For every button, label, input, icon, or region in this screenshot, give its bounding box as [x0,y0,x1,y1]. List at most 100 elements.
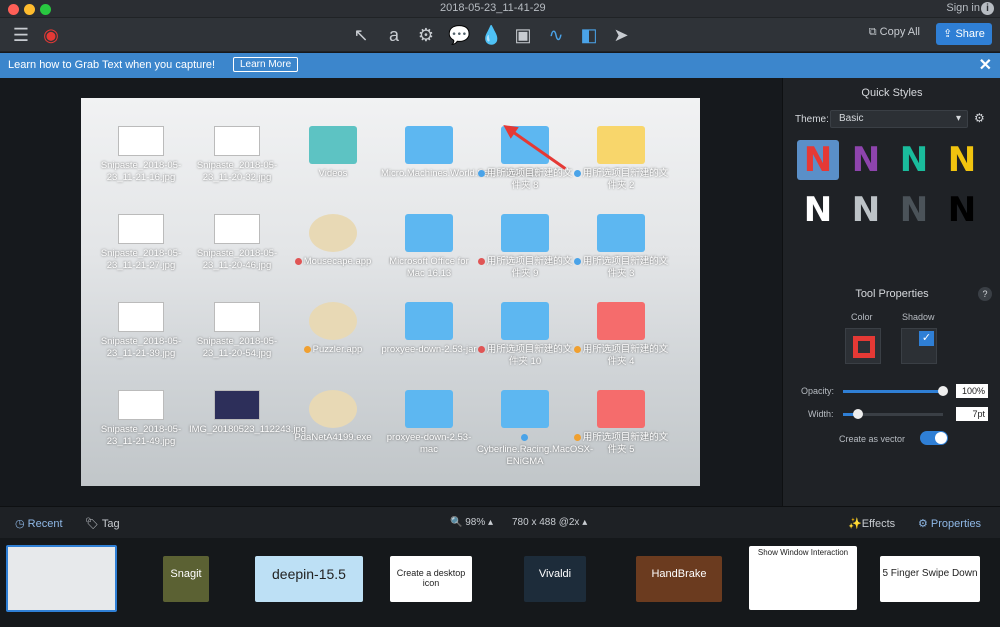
style-swatch[interactable]: N [941,140,983,180]
file-thumbnail-icon [118,390,164,420]
style-swatch[interactable]: N [797,140,839,180]
file-label-text: Snipaste_2018-05-23_11-21-49.jpg [100,424,182,447]
share-button[interactable]: ⇪ Share [936,23,992,45]
file-item: 用所选项目新建的文件夹 4 [573,302,669,368]
style-swatch[interactable]: N [893,140,935,180]
file-item: Mousecape.app [285,214,381,268]
file-item: 用所选项目新建的文件夹 2 [573,126,669,192]
tag-button[interactable]: 🏷 Tag [85,517,120,530]
stamp-tool-icon[interactable]: ⚙ [415,24,437,46]
tray-tile[interactable]: Vivaldi [524,556,586,602]
file-item: Snipaste_2018-05-23_11-20-46.jpg [189,214,285,272]
color-picker[interactable] [845,328,881,364]
finder-tool-icon[interactable]: ◧ [578,24,600,46]
style-swatch[interactable]: N [893,190,935,230]
gear-icon[interactable]: ⚙ [974,111,985,125]
theme-select[interactable]: Basic ▾ [830,110,968,128]
opacity-label: Opacity: [801,386,835,396]
magnifier-icon: 🔍 [450,517,466,528]
help-icon[interactable]: ? [978,287,992,301]
info-icon[interactable]: i [981,2,994,15]
file-item: Puzzler.app [285,302,381,356]
image-size[interactable]: 780 x 488 @2x ▴ [512,517,587,528]
file-label: Snipaste_2018-05-23_11-20-54.jpg [189,336,285,360]
style-swatch[interactable]: N [941,190,983,230]
tray-tile[interactable]: deepin-15.5 [255,556,363,602]
file-label: Cyberline.Racing.MacOSX-ENiGMA [477,432,593,468]
recent-button[interactable]: ◷ Recent [15,517,63,530]
dropdown-icon: ▾ [955,113,961,124]
tray-tile[interactable]: Create a desktop icon [390,556,472,602]
tray-tile[interactable]: HandBrake [636,556,722,602]
effects-button[interactable]: ✨Effects [848,517,895,530]
shadow-label: Shadow [902,312,935,322]
tray-tile[interactable]: Snagit [163,556,209,602]
create-vector-toggle[interactable] [920,431,948,445]
callout-tool-icon[interactable]: 💬 [448,24,470,46]
file-item: IMG_20180523_112243.jpg [189,390,306,436]
canvas-area[interactable]: Snipaste_2018-05-23_11-21-16.jpg Snipaste… [0,78,782,506]
effects-icon: ✨ [848,518,862,530]
checkbox-icon: ✓ [919,331,934,346]
file-label: 用所选项目新建的文件夹 4 [573,344,669,368]
file-label: Snipaste_2018-05-23_11-20-46.jpg [189,248,285,272]
width-slider-knob[interactable] [853,409,863,419]
learn-more-button[interactable]: Learn More [233,57,299,72]
menu-icon[interactable]: ☰ [10,24,32,46]
tag-dot-icon [303,345,311,353]
cursor-tool-icon[interactable]: ➤ [610,24,632,46]
file-label: 用所选项目新建的文件夹 5 [573,432,669,456]
tag-icon: 🏷 [85,518,102,530]
opacity-slider-knob[interactable] [938,386,948,396]
tray-tile[interactable]: 5 Finger Swipe Down [880,556,980,602]
file-item: 用所选项目新建的文件夹 8 [477,126,573,192]
folder-icon [597,214,645,252]
opacity-value[interactable]: 100% [956,384,988,398]
file-label-text: Snipaste_2018-05-23_11-20-54.jpg [196,336,278,359]
bottom-bar: ◷ Recent 🏷 Tag 🔍 98% ▴ 780 x 488 @2x ▴ ✨… [0,506,1000,538]
file-item: 用所选项目新建的文件夹 10 [477,302,573,368]
file-label: PdaNetA4199.exe [285,432,381,444]
text-tool-icon[interactable]: a [383,24,405,46]
fill-tool-icon[interactable]: 💧 [480,24,502,46]
file-label-text: 用所选项目新建的文件夹 9 [486,256,573,279]
tray-tile-current[interactable] [6,545,117,612]
magnify-tool-icon[interactable]: ▣ [512,24,534,46]
copy-all-button[interactable]: ⧉ Copy All [869,26,920,39]
file-label: Puzzler.app [285,344,381,356]
file-label-text: 用所选项目新建的文件夹 2 [582,168,669,191]
captured-image[interactable]: Snipaste_2018-05-23_11-21-16.jpg Snipaste… [81,98,700,486]
shadow-picker[interactable]: ✓ [901,328,937,364]
file-thumbnail-icon [214,390,260,420]
folder-icon [309,126,357,164]
file-item: 用所选项目新建的文件夹 3 [573,214,669,280]
zoom-window-button[interactable] [40,4,51,15]
pen-tool-icon[interactable]: ∿ [545,24,567,46]
style-swatch[interactable]: N [845,190,887,230]
tool-properties-title: Tool Properties [855,288,929,300]
zoom-control[interactable]: 🔍 98% ▴ [450,517,493,528]
close-window-button[interactable] [8,4,19,15]
tag-dot-icon [573,345,581,353]
minimize-window-button[interactable] [24,4,35,15]
create-vector-label: Create as vector [839,434,906,444]
style-swatch[interactable]: N [845,140,887,180]
sidebar: Quick Styles Theme: Basic ▾ ⚙ NNNNNNNN T… [782,78,1000,506]
tag-dot-icon [477,345,485,353]
sign-in-link[interactable]: Sign in [946,2,980,14]
close-banner-icon[interactable]: ✕ [979,55,992,75]
file-label: 用所选项目新建的文件夹 9 [477,256,573,280]
properties-button[interactable]: ⚙ Properties [918,517,981,530]
properties-gear-icon: ⚙ [918,518,931,530]
style-swatch[interactable]: N [797,190,839,230]
file-item: Snipaste_2018-05-23_11-21-27.jpg [93,214,189,272]
file-label: 用所选项目新建的文件夹 10 [477,344,573,368]
width-value[interactable]: 7pt [956,407,988,421]
arrow-tool-icon[interactable]: ↖ [350,24,372,46]
record-icon[interactable]: ◉ [40,24,62,46]
file-item: Snipaste_2018-05-23_11-21-39.jpg [93,302,189,360]
tag-dot-icon [477,257,485,265]
folder-icon [405,126,453,164]
tray-tile[interactable]: Show Window Interaction [749,546,857,610]
tag-dot-icon [573,257,581,265]
